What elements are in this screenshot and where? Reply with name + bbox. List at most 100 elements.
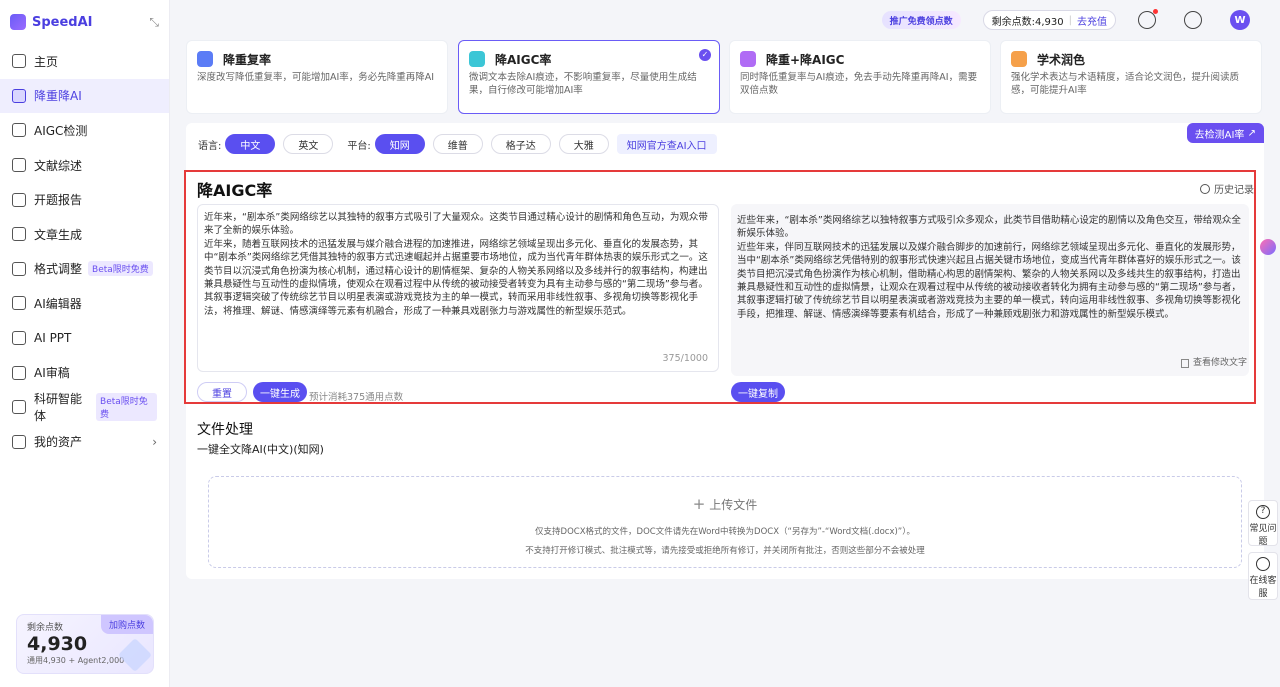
upload-button[interactable]: + 上传文件 bbox=[209, 495, 1241, 513]
input-paragraph: 近年来，“剧本杀”类网络综艺以其独特的叙事方式吸引了大量观众。这类节目通过精心设… bbox=[204, 212, 708, 237]
estimate-text: 预计消耗375通用点数 bbox=[309, 392, 404, 403]
avatar[interactable]: W bbox=[1230, 10, 1250, 30]
file-section-title: 文件处理 bbox=[197, 422, 253, 438]
sidebar-item[interactable]: 文章生成 bbox=[0, 217, 169, 252]
sidebar-item[interactable]: 降重降AI bbox=[0, 78, 169, 114]
mode-card[interactable]: 学术润色 强化学术表达与术语精度，适合论文润色，提升阅读质感，可能提升AI率 bbox=[1000, 40, 1262, 114]
file-section-subtitle: 一键全文降AI(中文)(知网) bbox=[197, 443, 324, 456]
sidebar-item[interactable]: AI审稿 bbox=[0, 355, 169, 390]
history-button[interactable]: 历史记录 bbox=[1200, 181, 1254, 196]
lang-zh[interactable]: 中文 bbox=[225, 134, 276, 154]
buy-points-button[interactable]: 加购点数 bbox=[100, 615, 153, 634]
sidebar-item-label: AI审稿 bbox=[34, 366, 70, 381]
generate-button[interactable]: 一键生成 bbox=[253, 382, 307, 402]
logo-icon bbox=[10, 14, 26, 30]
sidebar-item[interactable]: 开题报告 bbox=[0, 182, 169, 217]
sidebar-item[interactable]: AI编辑器 bbox=[0, 286, 169, 321]
view-changes-label: 查看修改文字 bbox=[1192, 357, 1247, 368]
mode-desc: 同时降低重复率与AI痕迹，免去手动先降重再降AI，需要双倍点数 bbox=[740, 72, 978, 96]
assets-icon bbox=[12, 434, 26, 449]
input-paragraph: 近年来，随着互联网技术的迅猛发展与媒介融合进程的加速推进，网络综艺领域呈现出多元… bbox=[204, 238, 708, 317]
article-icon bbox=[12, 227, 26, 242]
reset-button[interactable]: 重置 bbox=[197, 382, 247, 402]
translate-icon[interactable] bbox=[1184, 11, 1202, 29]
detect-ai-rate-button[interactable]: 去检测AI率 ↗ bbox=[1186, 123, 1264, 143]
view-changes-button[interactable]: 查看修改文字 bbox=[1180, 357, 1247, 370]
mode-icon bbox=[469, 51, 485, 67]
sidebar-item-label: 文献综述 bbox=[34, 158, 83, 173]
platform-vip[interactable]: 维普 bbox=[432, 134, 483, 154]
output-panel: 近些年来，“剧本杀”类网络综艺以独特叙事方式吸引众多观众，此类节目借助精心设定的… bbox=[731, 204, 1249, 376]
input-textarea[interactable]: 近年来，“剧本杀”类网络综艺以其独特的叙事方式吸引了大量观众。这类节目通过精心设… bbox=[197, 204, 719, 372]
bell-icon[interactable] bbox=[1138, 9, 1158, 29]
sidebar-item[interactable]: 我的资产 › bbox=[0, 425, 169, 460]
topbar: 推广免费领点数 剩余点数:4,930 | 去充值 W bbox=[170, 0, 1280, 40]
collapse-icon[interactable]: ⤡ bbox=[149, 15, 159, 30]
mode-card[interactable]: 降重+降AIGC 同时降低重复率与AI痕迹，免去手动先降重再降AI，需要双倍点数 bbox=[729, 40, 991, 114]
sidebar-item[interactable]: 主页 bbox=[0, 44, 169, 79]
output-paragraph: 近些年来，伴同互联网技术的迅猛发展以及媒介融合脚步的加速前行，网络综艺领域呈现出… bbox=[737, 241, 1241, 320]
sidebar-item-label: 格式调整 bbox=[34, 262, 83, 277]
sidebar-item-label: 开题报告 bbox=[34, 193, 83, 208]
platform-cnki[interactable]: 知网 bbox=[374, 134, 425, 154]
sidebar-item-label: 文章生成 bbox=[34, 227, 83, 242]
editor-icon bbox=[12, 296, 26, 311]
sidebar-item-label: AI PPT bbox=[34, 331, 72, 346]
mode-title: 降重+降AIGC bbox=[766, 52, 845, 67]
mode-icon bbox=[1011, 51, 1027, 67]
faq-button[interactable]: ? 常见问题 bbox=[1248, 500, 1278, 547]
sidebar-item[interactable]: AI PPT bbox=[0, 321, 169, 356]
output-paragraph: 近些年来，“剧本杀”类网络综艺以独特叙事方式吸引众多观众，此类节目借助精心设定的… bbox=[737, 215, 1241, 240]
sidebar-item[interactable]: 文献综述 bbox=[0, 148, 169, 183]
upload-dropzone[interactable]: + 上传文件 仅支持DOCX格式的文件，DOC文件请先在Word中转换为DOCX（… bbox=[208, 476, 1242, 568]
recharge-link[interactable]: 去充值 bbox=[1077, 13, 1107, 28]
lang-en[interactable]: 英文 bbox=[283, 134, 334, 154]
agent-icon bbox=[12, 400, 26, 415]
beta-badge: Beta限时免费 bbox=[88, 261, 153, 277]
home-icon bbox=[12, 54, 26, 69]
mode-title: 降重复率 bbox=[223, 52, 272, 67]
compare-icon bbox=[1180, 358, 1189, 368]
promo-banner[interactable]: 推广免费领点数 bbox=[881, 11, 961, 29]
mode-icon bbox=[197, 51, 213, 67]
mode-card[interactable]: 降AIGC率 微调文本去除AI痕迹，不影响重复率，尽量使用生成结果，自行修改可能增… bbox=[458, 40, 720, 114]
sidebar-item[interactable]: AIGC检测 bbox=[0, 113, 169, 148]
options-bar: 语言: 中文 英文 平台: 知网 维普 格子达 大雅 知网官方查AI入口 bbox=[198, 134, 717, 154]
section-title: 降AIGC率 bbox=[197, 181, 273, 200]
platform-gezida[interactable]: 格子达 bbox=[490, 134, 551, 154]
check-icon: ✓ bbox=[699, 49, 711, 61]
sidebar: SpeedAI ⤡ 主页 降重降AI AIGC检测 文献综述开题报告文章生成格式调整 B… bbox=[0, 0, 170, 687]
language-label: 语言: bbox=[198, 140, 222, 152]
question-icon: ? bbox=[1256, 505, 1270, 519]
sidebar-item-label: AIGC检测 bbox=[34, 123, 88, 138]
sidebar-item[interactable]: 科研智能体 Beta限时免费 bbox=[0, 390, 169, 425]
balance-pill: 剩余点数:4,930 | 去充值 bbox=[982, 10, 1116, 30]
document-icon bbox=[12, 158, 26, 173]
assistant-bubble-icon[interactable] bbox=[1260, 239, 1276, 255]
ai-scan-icon bbox=[12, 123, 26, 138]
sidebar-item[interactable]: 格式调整 Beta限时免费 bbox=[0, 252, 169, 287]
mode-card[interactable]: 降重复率 深度改写降低重复率，可能增加AI率，务必先降重再降AI bbox=[186, 40, 448, 114]
sidebar-item-label: 我的资产 bbox=[34, 435, 83, 450]
clock-icon bbox=[1200, 183, 1210, 194]
platform-daya[interactable]: 大雅 bbox=[558, 134, 609, 154]
calendar-icon bbox=[12, 192, 26, 207]
history-label: 历史记录 bbox=[1214, 185, 1254, 196]
logo: SpeedAI ⤡ bbox=[0, 0, 169, 44]
mode-desc: 微调文本去除AI痕迹，不影响重复率，尽量使用生成结果，自行修改可能增加AI率 bbox=[469, 72, 697, 96]
plus-icon: + bbox=[692, 495, 706, 513]
balance-label: 剩余点数:4,930 bbox=[991, 16, 1064, 28]
customer-service-button[interactable]: 在线客服 bbox=[1248, 552, 1278, 600]
copy-button[interactable]: 一键复制 bbox=[731, 382, 785, 402]
mode-icon bbox=[740, 51, 756, 67]
faq-label: 常见问题 bbox=[1249, 524, 1277, 547]
notification-dot bbox=[1153, 9, 1158, 14]
cnki-official-link[interactable]: 知网官方查AI入口 bbox=[616, 134, 717, 154]
upload-note: 仅支持DOCX格式的文件，DOC文件请先在Word中转换为DOCX（“另存为”-… bbox=[535, 527, 915, 537]
upload-note: 不支持打开修订模式、批注模式等，请先接受或拒绝所有修订，并关闭所有批注，否则这些… bbox=[525, 546, 925, 556]
format-icon bbox=[12, 261, 26, 276]
sidebar-item-label: 科研智能体 bbox=[34, 392, 83, 424]
app-name: SpeedAI bbox=[32, 14, 93, 30]
detect-ai-rate-label: 去检测AI率 bbox=[1194, 129, 1245, 141]
mode-title: 学术润色 bbox=[1037, 52, 1086, 67]
